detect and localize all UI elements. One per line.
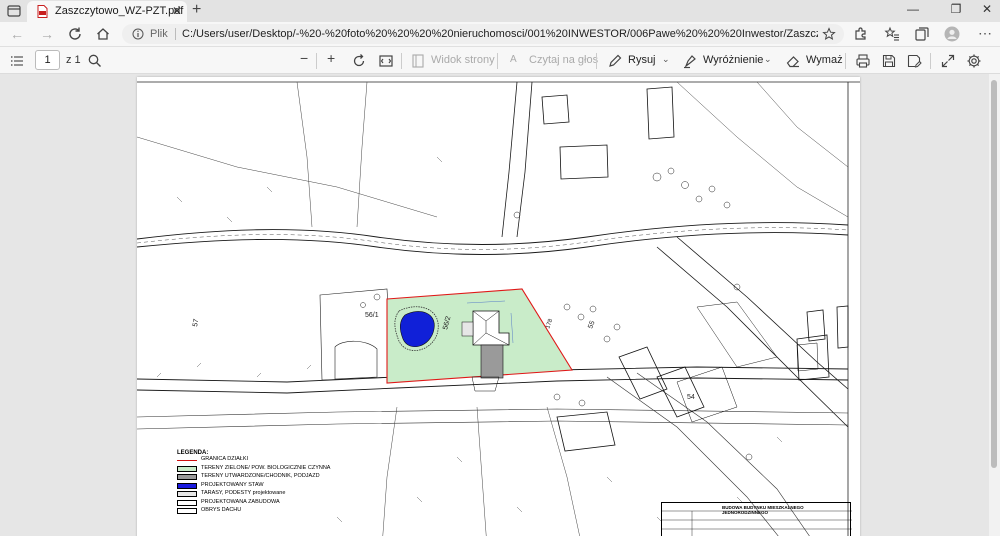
legend-label: OBRYS DACHU [201, 507, 242, 513]
highlight-button[interactable]: Wyróżnienie [703, 54, 763, 66]
title-block: BUDOWA BUDYNKU MIESZKALNEGO JEDNORODZINN… [661, 502, 852, 536]
legend-item: PROJEKTOWANA ZABUDOWA [177, 499, 367, 508]
address-toolbar: ← → Plik C:/Users/user/Desktop/-%20-%20f… [0, 22, 1000, 46]
tab-active[interactable]: Zaszczytowo_WZ-PZT.pdf ✕ [27, 1, 187, 22]
parcel-label: 55 [587, 320, 596, 330]
minimize-button[interactable]: — [903, 2, 923, 18]
save-as-icon[interactable] [906, 53, 922, 69]
title-block-grid [662, 510, 852, 536]
pdf-page: 56/2 56/1 55 54 57 178 LEGENDA: GRANICA … [137, 77, 860, 536]
chevron-down-icon[interactable]: ⌄ [764, 54, 772, 65]
legend-item: TERENY UTWARDZONE/CHODNIK, PODJAZD [177, 473, 367, 482]
draw-button[interactable]: Rysuj [628, 54, 656, 66]
page-view-button[interactable]: Widok strony [431, 54, 495, 66]
legend-item: OBRYS DACHU [177, 507, 367, 516]
parcel-label: 54 [687, 394, 695, 401]
zoom-out-icon[interactable]: − [300, 50, 308, 66]
print-icon[interactable] [855, 53, 871, 69]
legend-swatch [177, 499, 197, 506]
browser-window: Zaszczytowo_WZ-PZT.pdf ✕ + — ❐ ✕ ← → Pli… [0, 0, 1000, 536]
back-button[interactable]: ← [8, 26, 26, 42]
refresh-icon[interactable] [66, 26, 84, 42]
legend-item: GRANICA DZIAŁKI [177, 456, 367, 465]
favorite-star-icon[interactable] [822, 27, 836, 41]
scheme-divider [175, 28, 176, 40]
save-icon[interactable] [881, 53, 897, 69]
toolbar-divider [316, 53, 317, 69]
legend-swatch [177, 460, 197, 461]
profile-avatar[interactable] [944, 26, 960, 42]
legend-swatch [177, 474, 197, 480]
legend-swatch [177, 508, 197, 514]
pdf-viewer[interactable]: 56/2 56/1 55 54 57 178 LEGENDA: GRANICA … [0, 74, 1000, 536]
scheme-label: Plik [150, 28, 168, 40]
search-icon[interactable] [87, 53, 103, 69]
zoom-in-icon[interactable]: + [327, 50, 335, 66]
erase-button[interactable]: Wymaż [806, 54, 843, 66]
legend-item: TARASY, PODESTY projektowane [177, 490, 367, 499]
legend-label: PROJEKTOWANA ZABUDOWA [201, 498, 280, 505]
highlighter-icon[interactable] [682, 53, 698, 69]
chevron-down-icon[interactable]: ⌄ [662, 54, 670, 65]
legend-list: GRANICA DZIAŁKI TERENY ZIELONE/ POW. BIOL… [177, 456, 367, 516]
extensions-icon[interactable] [853, 26, 869, 42]
home-icon[interactable] [94, 26, 112, 42]
legend-swatch [177, 465, 197, 472]
toolbar-divider [845, 53, 846, 69]
favorites-icon[interactable] [884, 26, 900, 42]
collections-icon[interactable] [914, 26, 930, 42]
scrollbar-thumb[interactable] [991, 80, 997, 468]
legend-label: GRANICA DZIAŁKI [201, 456, 249, 462]
draw-pen-icon[interactable] [607, 53, 623, 69]
new-tab-button[interactable]: + [192, 1, 201, 19]
fullscreen-icon[interactable] [940, 53, 956, 69]
close-window-button[interactable]: ✕ [977, 2, 997, 18]
legend-item: TERENY ZIELONE/ POW. BIOLOGICZNIE CZYNNA [177, 465, 367, 474]
legend-label: TERENY ZIELONE/ POW. BIOLOGICZNIE CZYNNA [201, 464, 331, 471]
page-view-icon [412, 54, 424, 68]
tab-title: Zaszczytowo_WZ-PZT.pdf [55, 5, 184, 17]
toolbar-divider [596, 53, 597, 69]
read-aloud-icon: A [510, 54, 517, 65]
restore-button[interactable]: ❐ [946, 2, 966, 18]
tab-strip: Zaszczytowo_WZ-PZT.pdf ✕ + — ❐ ✕ [0, 0, 1000, 22]
tab-close-button[interactable]: ✕ [172, 4, 182, 18]
read-aloud-button[interactable]: Czytaj na głos [529, 54, 598, 66]
page-number-input[interactable]: 1 [35, 50, 60, 70]
legend-swatch [177, 482, 197, 489]
url-text[interactable]: C:/Users/user/Desktop/-%20-%20foto%20%20… [182, 28, 818, 40]
legend-label: TERENY UTWARDZONE/CHODNIK, PODJAZD [201, 473, 320, 479]
settings-menu-icon[interactable]: ⋯ [976, 25, 994, 41]
info-icon[interactable] [132, 28, 144, 40]
parcel-label: 57 [192, 318, 200, 327]
tab-actions-icon[interactable] [6, 3, 22, 19]
pdf-toolbar: 1 z 1 − + Widok strony A Czytaj na głos [0, 46, 1000, 74]
toolbar-divider [401, 53, 402, 69]
fit-page-icon[interactable] [378, 53, 394, 69]
rotate-icon[interactable] [351, 53, 367, 69]
contents-list-icon[interactable] [9, 53, 25, 69]
toolbar-divider [497, 53, 498, 69]
eraser-icon[interactable] [785, 53, 801, 69]
gear-icon[interactable] [966, 53, 982, 69]
toolbar-divider [930, 53, 931, 69]
legend: LEGENDA: GRANICA DZIAŁKI TERENY ZIELONE/ … [177, 450, 367, 516]
legend-label: TARASY, PODESTY projektowane [201, 490, 286, 496]
forward-button[interactable]: → [38, 26, 56, 42]
page-total-label: z 1 [66, 54, 81, 66]
legend-label: PROJEKTOWANY STAW [201, 481, 264, 488]
legend-item: PROJEKTOWANY STAW [177, 482, 367, 491]
address-bar[interactable]: Plik C:/Users/user/Desktop/-%20-%20foto%… [122, 24, 844, 44]
parcel-label: 56/1 [365, 312, 379, 319]
legend-swatch [177, 491, 197, 497]
parcel-label: 178 [545, 318, 554, 330]
pdf-file-icon [37, 5, 48, 18]
